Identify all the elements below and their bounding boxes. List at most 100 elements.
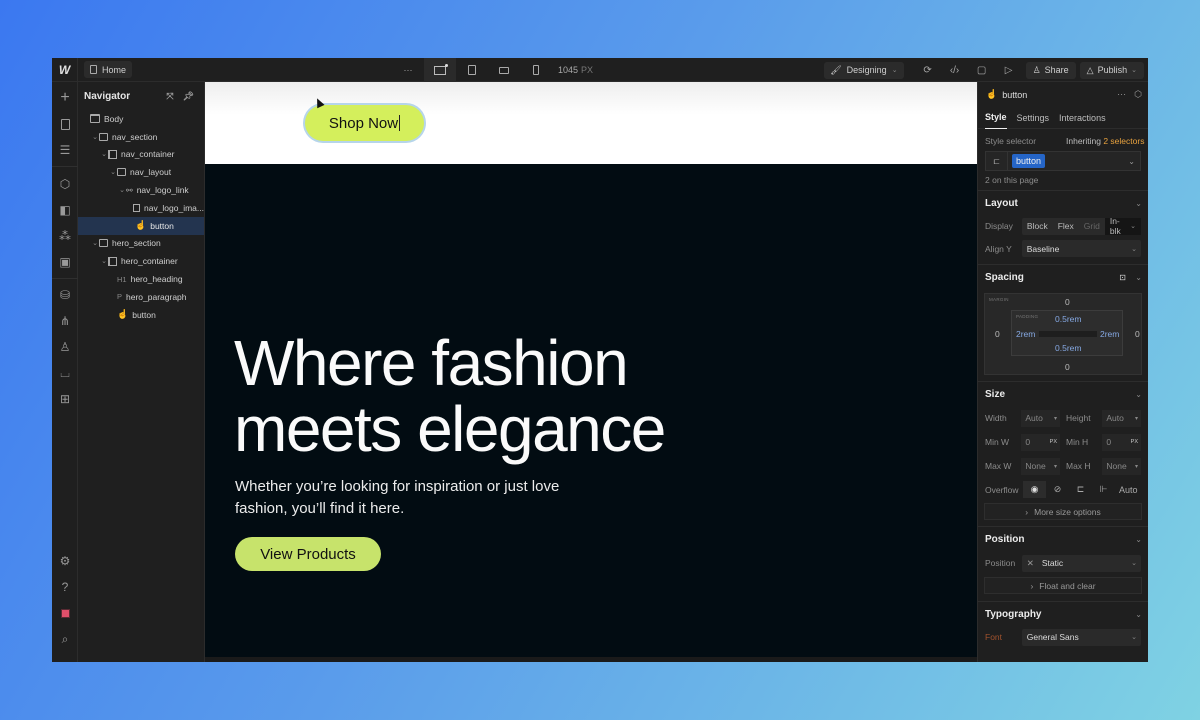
breakpoint-desktop[interactable] — [424, 58, 456, 82]
page-selector[interactable]: Home — [84, 61, 133, 78]
position-select[interactable]: ✕ Static ⌄ — [1021, 554, 1141, 572]
navigator-item-nav-layout[interactable]: ⌄ nav_layout — [78, 163, 204, 181]
overflow-hidden-eye-off-icon[interactable]: ⊘ — [1046, 481, 1069, 498]
max-h-input[interactable]: None ▾ — [1102, 457, 1141, 475]
min-h-unit[interactable]: PX — [1131, 439, 1138, 445]
position-section-header[interactable]: Position ⌄ — [978, 527, 1148, 552]
navigator-item-Body[interactable]: Body — [78, 110, 204, 128]
pages-icon[interactable] — [52, 113, 78, 135]
help-icon[interactable]: ? — [52, 576, 78, 598]
overflow-auto[interactable]: Auto — [1115, 481, 1138, 498]
navigator-item-hero-container[interactable]: ⌄ hero_container — [78, 252, 204, 270]
chevron-down-icon[interactable]: ⌄ — [91, 239, 99, 247]
pin-icon[interactable]: 📌︎ — [183, 91, 194, 102]
nav-section-preview[interactable]: Shop Now — [205, 82, 977, 164]
overflow-clip-icon[interactable]: ⊩ — [1092, 481, 1115, 498]
navigator-item-button[interactable]: ☝ button — [78, 216, 204, 235]
sync-icon[interactable]: ⟳ — [918, 60, 938, 80]
styles-icon[interactable]: ⁂ — [52, 225, 78, 247]
mode-dropdown[interactable]: 🖌 Designing ⌄ — [824, 61, 904, 79]
typography-section-header[interactable]: Typography ⌄ — [978, 602, 1148, 627]
apps-icon[interactable]: ⊞ — [52, 388, 78, 410]
assets-icon[interactable]: ▣ — [52, 251, 78, 273]
padding-left-value[interactable]: 2rem — [1016, 329, 1035, 339]
view-products-button[interactable]: View Products — [235, 537, 381, 571]
margin-bottom-value[interactable]: 0 — [1065, 362, 1070, 372]
components-icon[interactable]: ⬡ — [52, 173, 78, 195]
breakpoint-mobile-landscape[interactable] — [488, 58, 520, 82]
breakpoint-mobile-portrait[interactable] — [520, 58, 552, 82]
webflow-logo-icon[interactable]: W — [52, 58, 78, 82]
overflow-visible-eye-icon[interactable]: ◉ — [1023, 481, 1046, 498]
hero-paragraph[interactable]: Whether you’re looking for inspiration o… — [235, 476, 565, 520]
style-selector-input[interactable]: ⊏ button ⌄ — [985, 151, 1141, 171]
breakpoint-tablet[interactable] — [456, 58, 488, 82]
logic-icon[interactable]: ⋔ — [52, 310, 78, 332]
settings-icon[interactable]: ⚙ — [52, 550, 78, 572]
margin-top-value[interactable]: 0 — [1065, 297, 1070, 307]
layout-section-header[interactable]: Layout ⌄ — [978, 191, 1148, 215]
class-chip[interactable]: button — [1012, 154, 1046, 168]
spacing-preset-icon[interactable]: ⊡ — [1119, 273, 1126, 282]
navigator-item-button[interactable]: ☝ button — [78, 306, 204, 324]
navigator-item-hero-section[interactable]: ⌄ hero_section — [78, 235, 204, 253]
chevron-down-icon[interactable]: ⌄ — [118, 186, 126, 194]
padding-right-value[interactable]: 2rem — [1100, 329, 1119, 339]
margin-right-value[interactable]: 0 — [1135, 329, 1140, 339]
cms-icon[interactable]: ⛁ — [52, 284, 78, 306]
variables-icon[interactable]: ◧ — [52, 199, 78, 221]
navigator-item-hero-heading[interactable]: H1 hero_heading — [78, 270, 204, 288]
shop-now-label[interactable]: Shop Now — [329, 115, 398, 132]
share-button[interactable]: ♙ Share — [1025, 61, 1076, 79]
align-y-select[interactable]: Baseline ⌄ — [1021, 240, 1141, 257]
navigator-item-hero-paragraph[interactable]: Phero_paragraph — [78, 288, 204, 306]
chevron-down-icon[interactable]: ⌄ — [100, 150, 108, 158]
ecommerce-icon[interactable]: ⌴ — [52, 362, 78, 384]
min-w-input[interactable]: 0 PX — [1021, 433, 1060, 451]
hero-heading[interactable]: Where fashion meets elegance — [234, 330, 666, 462]
navigator-item-nav-container[interactable]: ⌄ nav_container — [78, 146, 204, 164]
size-section-header[interactable]: Size ⌄ — [978, 382, 1148, 406]
preview-play-icon[interactable]: ▷ — [999, 60, 1019, 80]
collapse-icon[interactable]: ⤧ — [166, 91, 173, 102]
chevron-down-icon[interactable]: ⌄ — [100, 257, 108, 265]
chevron-down-icon[interactable]: ⌄ — [1128, 157, 1135, 166]
more-options-icon[interactable]: ··· — [1117, 89, 1126, 100]
font-select[interactable]: General Sans ⌄ — [1021, 628, 1141, 646]
tab-interactions[interactable]: Interactions — [1059, 107, 1106, 129]
navigator-icon[interactable]: ☰ — [52, 139, 78, 161]
min-w-unit[interactable]: PX — [1050, 439, 1057, 445]
navigator-item-nav-logo-ima[interactable]: nav_logo_ima... — [78, 199, 204, 217]
float-and-clear-button[interactable]: › Float and clear — [984, 577, 1142, 594]
chevron-down-icon[interactable]: ⌄ — [109, 168, 117, 176]
search-icon[interactable]: ⌕ — [52, 628, 78, 650]
overflow-scroll-icon[interactable]: ⊏ — [1069, 481, 1092, 498]
spacing-section-header[interactable]: Spacing ⊡ ⌄ — [978, 265, 1148, 289]
add-icon[interactable]: + — [52, 87, 78, 109]
shop-now-button[interactable]: Shop Now — [305, 105, 424, 141]
tab-settings[interactable]: Settings — [1017, 107, 1050, 129]
margin-left-value[interactable]: 0 — [995, 329, 1000, 339]
navigator-item-nav-logo-link[interactable]: ⌄ ⚯ nav_logo_link — [78, 181, 204, 199]
users-icon[interactable]: ♙ — [52, 336, 78, 358]
code-icon[interactable]: ‹/› — [945, 60, 965, 80]
width-input[interactable]: Auto ▾ — [1021, 409, 1060, 427]
height-input[interactable]: Auto ▾ — [1102, 409, 1141, 427]
display-inline-block[interactable]: In-blk ⌄ — [1104, 216, 1141, 236]
inheriting-info[interactable]: Inheriting 2 selectors — [1066, 136, 1144, 146]
selector-state-icon[interactable]: ⊏ — [986, 152, 1008, 170]
display-block[interactable]: Block — [1022, 221, 1053, 231]
padding-bottom-value[interactable]: 0.5rem — [1055, 343, 1081, 353]
tab-style[interactable]: Style — [985, 107, 1007, 129]
padding-top-value[interactable]: 0.5rem — [1055, 314, 1081, 324]
record-icon[interactable] — [52, 602, 78, 624]
canvas-scrollbar[interactable] — [205, 657, 977, 662]
navigator-item-nav-section[interactable]: ⌄ nav_section — [78, 128, 204, 146]
min-h-input[interactable]: 0 PX — [1102, 433, 1141, 451]
display-flex[interactable]: Flex — [1053, 221, 1079, 231]
max-w-input[interactable]: None ▾ — [1021, 457, 1060, 475]
design-canvas[interactable]: Shop Now Where fashion meets elegance Wh… — [205, 82, 977, 657]
chevron-down-icon[interactable]: ⌄ — [91, 133, 99, 141]
more-button[interactable]: ··· — [392, 58, 424, 82]
display-grid[interactable]: Grid — [1079, 221, 1105, 231]
